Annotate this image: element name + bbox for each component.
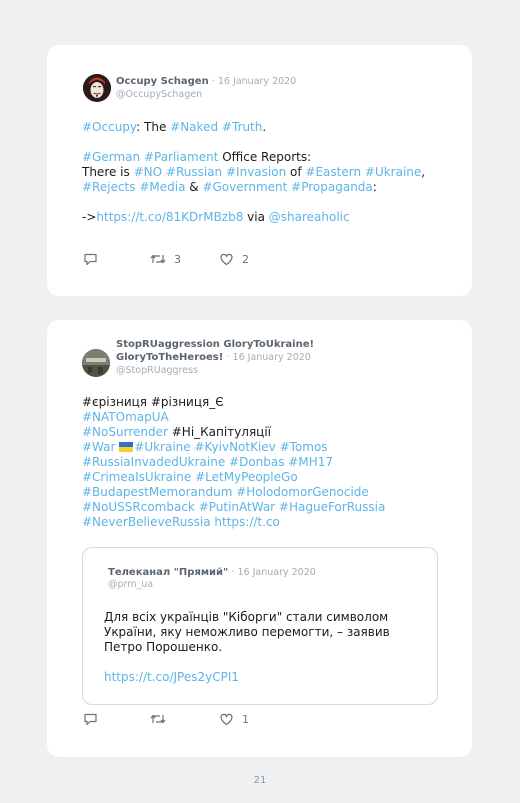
- retweet-button[interactable]: 3: [150, 252, 181, 266]
- text: #Ні_Капітуляції: [167, 425, 272, 439]
- heart-icon: [220, 713, 233, 726]
- tweet-text-line: ->https://t.co/81KDrMBzb8 via @shareahol…: [82, 210, 350, 225]
- quoted-tweet[interactable]: Телеканал "Прямий" · 16 January 2020 @pr…: [82, 547, 438, 705]
- hashtag[interactable]: #NoUSSRcomback #PutinAtWar #HagueForRuss…: [82, 500, 385, 515]
- text: .: [262, 120, 267, 134]
- hashtag[interactable]: #RussiaInvadedUkraine #Donbas #MH17: [82, 455, 333, 470]
- tweet-link[interactable]: https://t.co/81KDrMBzb8: [96, 210, 243, 224]
- hashtag[interactable]: #Parliament: [144, 150, 218, 164]
- hashtag[interactable]: #German: [82, 150, 140, 164]
- hashtag[interactable]: #NO: [134, 165, 162, 179]
- hashtag[interactable]: #Ukraine: [365, 165, 421, 179]
- hashtag[interactable]: #Russian: [166, 165, 222, 179]
- tweet-text-line: #єрізниця #різниця_Є: [82, 395, 224, 409]
- hashtag[interactable]: #CrimeaIsUkraine #LetMyPeopleGo: [82, 470, 298, 485]
- tweet-card: StopRUaggression GloryToUkraine! GloryTo…: [47, 320, 472, 757]
- reply-icon: [84, 253, 97, 266]
- retweet-icon: [150, 254, 166, 264]
- hashtag[interactable]: #Occupy: [82, 120, 136, 134]
- user-handle[interactable]: @StopRUaggress: [116, 364, 198, 377]
- tweet-text-line: #Occupy: The #Naked #Truth.: [82, 120, 266, 135]
- quote-handle[interactable]: @prm_ua: [108, 578, 153, 591]
- reply-icon: [84, 713, 97, 726]
- retweet-button[interactable]: [150, 712, 174, 726]
- page-number: 21: [253, 775, 267, 786]
- like-button[interactable]: 2: [219, 252, 249, 266]
- display-name[interactable]: Occupy Schagen: [116, 76, 209, 87]
- user-handle[interactable]: @OccupySchagen: [116, 88, 202, 101]
- display-name[interactable]: StopRUaggression GloryToUkraine!: [116, 338, 314, 351]
- quote-text-line: України, яку неможливо перемогти, – заяв…: [104, 625, 390, 639]
- tweet-actions: 1: [83, 712, 283, 728]
- quote-display-name[interactable]: Телеканал "Прямий": [108, 567, 228, 578]
- hashtag[interactable]: #Ukraine #KyivNotKiev #Tomos: [134, 440, 327, 454]
- hashtag[interactable]: #Invasion: [226, 165, 286, 179]
- ukraine-flag-icon: [119, 441, 134, 452]
- like-button[interactable]: 1: [219, 712, 249, 726]
- hashtag[interactable]: #Rejects: [82, 180, 136, 194]
- text: ->: [82, 210, 97, 224]
- tweet-text-line: #German #Parliament Office Reports:: [82, 150, 311, 165]
- text: of: [286, 165, 306, 179]
- reply-button[interactable]: [83, 252, 98, 266]
- hashtag[interactable]: #Government: [202, 180, 287, 194]
- display-name-continued[interactable]: GloryToTheHeroes!: [116, 352, 223, 363]
- reply-button[interactable]: [83, 712, 98, 726]
- heart-icon: [220, 253, 233, 266]
- tweet-card: Occupy Schagen · 16 January 2020 @Occupy…: [47, 45, 472, 296]
- retweet-count: 3: [174, 252, 181, 266]
- quote-link[interactable]: https://t.co/JPes2yCPI1: [104, 670, 239, 685]
- hashtag[interactable]: #War: [82, 440, 119, 454]
- tweet-date[interactable]: · 16 January 2020: [226, 352, 310, 363]
- hashtag[interactable]: #NATOmapUA: [82, 410, 169, 425]
- tweet-date[interactable]: · 16 January 2020: [212, 76, 296, 87]
- quote-text-line: Петро Порошенко.: [104, 640, 223, 654]
- hashtag[interactable]: #Media: [139, 180, 185, 194]
- quote-date[interactable]: · 16 January 2020: [231, 567, 315, 578]
- text: &: [185, 180, 203, 194]
- text: Office Reports:: [218, 150, 312, 164]
- hashtag[interactable]: #Truth: [222, 120, 262, 134]
- mention-link[interactable]: @shareaholic: [269, 210, 350, 224]
- avatar[interactable]: [83, 74, 111, 102]
- text: : The: [136, 120, 171, 134]
- tweet-text-line: #Rejects #Media & #Government #Propagand…: [82, 180, 377, 195]
- hashtag[interactable]: #NoSurrender: [82, 425, 168, 439]
- tweet-actions: 3 2: [83, 252, 283, 268]
- avatar[interactable]: [82, 349, 110, 377]
- hashtag[interactable]: #BudapestMemorandum #HolodomorGenocide: [82, 485, 369, 500]
- like-count: 2: [242, 252, 249, 266]
- like-count: 1: [242, 712, 249, 726]
- text: There is: [82, 165, 134, 179]
- tweet-text-line: There is #NO #Russian #Invasion of #East…: [82, 165, 425, 180]
- hashtag[interactable]: #Eastern: [305, 165, 361, 179]
- text: via: [243, 210, 269, 224]
- hashtag[interactable]: #Naked: [170, 120, 218, 134]
- tweet-header: Occupy Schagen · 16 January 2020: [116, 75, 296, 88]
- retweet-icon: [150, 714, 166, 724]
- tweet-text-line: #NoSurrender #Ні_Капітуляції: [82, 425, 271, 440]
- hashtag[interactable]: #NeverBelieveRussia https://t.co: [82, 515, 280, 530]
- quote-text-line: Для всіх українців "Кіборги" стали симво…: [104, 610, 389, 624]
- hashtag[interactable]: #Propaganda: [291, 180, 373, 194]
- text: :: [372, 180, 377, 194]
- text: ,: [421, 165, 426, 179]
- tweet-text-line[interactable]: #War #Ukraine #KyivNotKiev #Tomos: [82, 440, 328, 455]
- tweet-header: StopRUaggression GloryToUkraine! GloryTo…: [116, 338, 314, 364]
